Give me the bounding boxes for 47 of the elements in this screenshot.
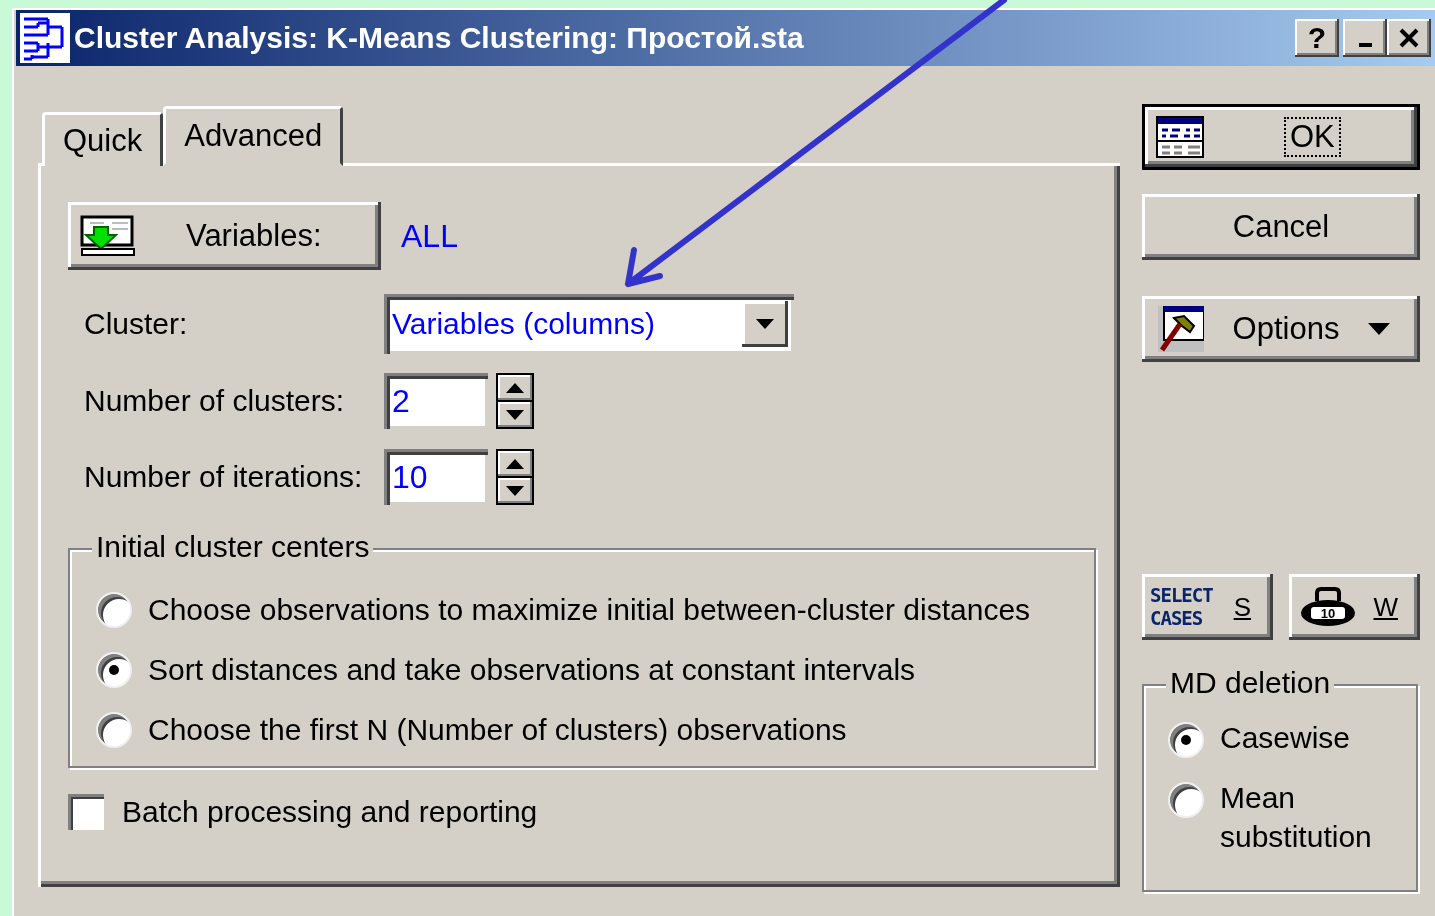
caret-icon bbox=[506, 409, 524, 420]
caret-icon bbox=[1368, 323, 1390, 335]
options-button[interactable]: Options bbox=[1142, 296, 1420, 362]
down-arrow-icon bbox=[80, 215, 136, 257]
window-title: Cluster Analysis: K-Means Clustering: Простой.sta bbox=[74, 21, 805, 55]
option-label: Casewise bbox=[1220, 720, 1352, 756]
radio-button[interactable] bbox=[96, 592, 132, 628]
caret-icon bbox=[756, 319, 774, 329]
checkbox-label: Batch processing and reporting bbox=[122, 795, 538, 829]
cancel-button[interactable]: Cancel bbox=[1142, 194, 1420, 260]
field-label: Number of iterations: bbox=[83, 460, 364, 494]
checkbox[interactable] bbox=[68, 794, 104, 830]
number-field[interactable]: 2 bbox=[384, 373, 488, 429]
minimize-button[interactable] bbox=[1343, 19, 1387, 57]
dendrogram-icon bbox=[20, 13, 70, 63]
select-cases-button[interactable]: SELECT CASES S bbox=[1142, 574, 1273, 640]
spreadsheet-icon bbox=[1156, 116, 1204, 158]
radio-button[interactable] bbox=[1168, 782, 1204, 818]
tab[interactable]: Advanced bbox=[163, 106, 344, 166]
option-label: Mean substitution bbox=[1220, 780, 1373, 855]
close-icon bbox=[1398, 27, 1420, 49]
spin-up-button[interactable] bbox=[498, 451, 532, 476]
spin-up-button[interactable] bbox=[498, 375, 532, 400]
weight-button[interactable]: 10 W bbox=[1289, 574, 1420, 640]
variables-value: ALL bbox=[401, 217, 458, 255]
radio-button[interactable] bbox=[96, 652, 132, 688]
tab[interactable]: Quick bbox=[42, 112, 164, 166]
ok-button[interactable]: OK bbox=[1142, 104, 1420, 170]
caret-icon bbox=[506, 485, 524, 496]
radio-button[interactable] bbox=[1168, 722, 1204, 758]
field-label: Cluster: bbox=[83, 307, 189, 341]
field-label: Number of clusters: bbox=[83, 384, 346, 418]
hammer-icon bbox=[1158, 306, 1204, 352]
variables-button[interactable]: Variables: bbox=[68, 202, 381, 270]
minimize-icon bbox=[1358, 43, 1372, 47]
help-button[interactable]: ? bbox=[1295, 19, 1339, 57]
up-caret-icon bbox=[506, 382, 524, 393]
spin-down-button[interactable] bbox=[498, 402, 532, 427]
option-label: Choose observations to maximize initial between-cluster distances bbox=[148, 593, 1031, 627]
close-button[interactable] bbox=[1387, 19, 1431, 57]
radio-button[interactable] bbox=[96, 712, 132, 748]
option-label: Choose the first N (Number of clusters) observations bbox=[148, 713, 847, 747]
number-field[interactable]: 10 bbox=[384, 449, 488, 505]
cluster-dropdown[interactable]: Variables (columns) bbox=[384, 294, 794, 354]
spin-down-button[interactable] bbox=[498, 478, 532, 503]
option-label: Sort distances and take observations at constant intervals bbox=[148, 653, 916, 687]
up-caret-icon bbox=[506, 458, 524, 469]
